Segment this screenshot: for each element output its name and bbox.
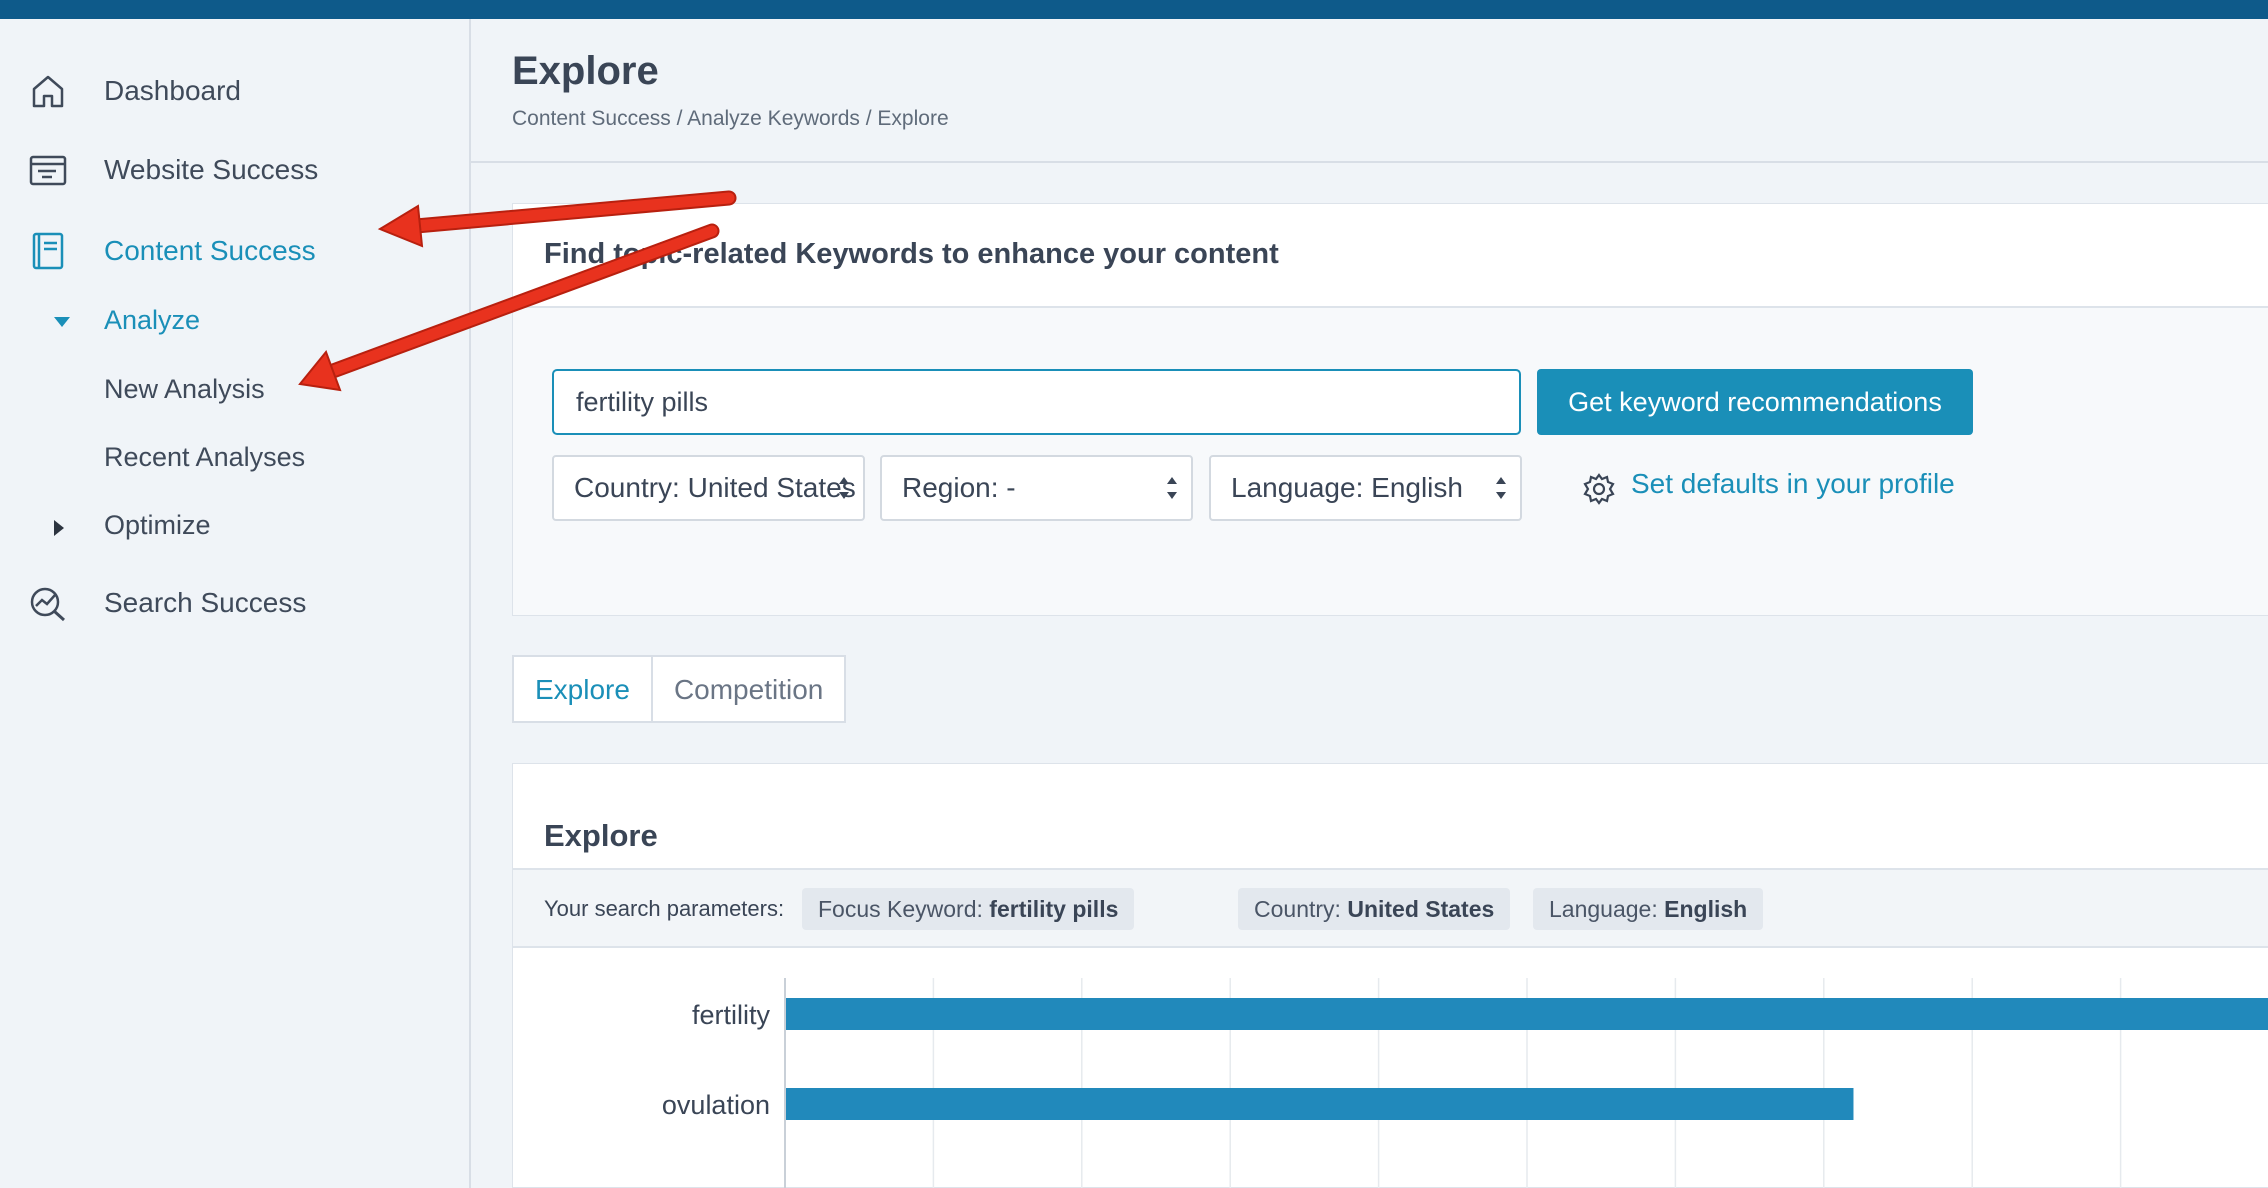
get-keyword-recommendations-button[interactable]: Get keyword recommendations [1537,369,1973,435]
breadcrumb-analyze-keywords[interactable]: Analyze Keywords [687,107,860,130]
card-header: Find topic-related Keywords to enhance y… [513,204,2268,308]
country-select[interactable]: Country: United States [552,455,865,521]
chart-category-label: ovulation [662,1090,770,1120]
gear-icon[interactable] [1582,472,1616,506]
set-defaults-link[interactable]: Set defaults in your profile [1631,468,1955,500]
chart-svg: fertility ovulation [662,978,2268,1188]
chip-value: United States [1347,896,1495,922]
region-select[interactable]: Region: - [880,455,1193,521]
select-arrows-icon [1496,477,1506,499]
focus-keyword-input[interactable] [552,369,1521,435]
sidebar-item-optimize[interactable]: Optimize [104,510,211,541]
tab-competition[interactable]: Competition [652,655,847,723]
sidebar-item-label: Content Success [104,235,316,266]
browser-window-icon [29,155,67,186]
chip-value: English [1664,896,1748,922]
select-arrows-icon [1167,477,1177,499]
sidebar-item-label: Dashboard [104,75,241,106]
chip-key: Country: [1254,896,1341,922]
sidebar-item-recent-analyses[interactable]: Recent Analyses [104,442,305,473]
search-parameters-bar: Your search parameters: Focus Keyword: f… [513,868,2268,948]
search-parameters-label: Your search parameters: [544,896,785,921]
select-arrows-icon [839,477,849,499]
search-chart-icon [30,587,66,622]
region-select-value: Region: - [902,472,1016,503]
explore-results-card: Explore Your search parameters: Focus Ke… [512,763,2268,1188]
tab-bar: Explore Competition [512,655,847,723]
chart-category-label: fertility [692,1000,771,1030]
country-chip: Country: United States [1238,888,1511,930]
country-select-value: Country: United States [574,472,856,503]
keyword-bar-chart: fertility ovulation [513,964,2268,1188]
top-bar [0,0,2268,19]
breadcrumb-current: Explore [877,107,949,130]
language-select[interactable]: Language: English [1209,455,1522,521]
breadcrumb-content-success[interactable]: Content Success [512,107,671,130]
sidebar: Dashboard Website Success Content Succes… [0,19,471,1188]
breadcrumb-separator: / [676,107,683,130]
language-select-value: Language: English [1231,472,1463,503]
breadcrumb-separator: / [865,107,872,130]
caret-down-icon[interactable] [54,317,70,327]
tab-explore[interactable]: Explore [512,655,653,723]
sidebar-item-label: Search Success [104,587,307,618]
chart-bar[interactable] [786,998,2268,1030]
chart-bar[interactable] [786,1088,1854,1120]
language-chip: Language: English [1533,888,1764,930]
main-content: Explore Content Success / Analyze Keywor… [471,19,2268,1188]
sidebar-item-label: Website Success [104,154,319,185]
document-icon [32,232,64,270]
chip-key: Language: [1549,896,1658,922]
explore-section-title: Explore [544,818,658,853]
home-icon [32,75,64,108]
page-title: Explore [512,49,659,93]
caret-right-icon[interactable] [54,520,64,536]
chip-key: Focus Keyword: [818,896,983,922]
focus-keyword-chip: Focus Keyword: fertility pills [802,888,1135,930]
keyword-search-card: Find topic-related Keywords to enhance y… [512,203,2268,616]
chip-value: fertility pills [989,896,1119,922]
breadcrumb: Content Success / Analyze Keywords / Exp… [512,107,949,131]
sidebar-item-analyze[interactable]: Analyze [104,305,200,336]
card-title: Find topic-related Keywords to enhance y… [544,238,1279,270]
sidebar-item-new-analysis[interactable]: New Analysis [104,374,265,405]
page-header: Explore Content Success / Analyze Keywor… [471,19,2268,163]
